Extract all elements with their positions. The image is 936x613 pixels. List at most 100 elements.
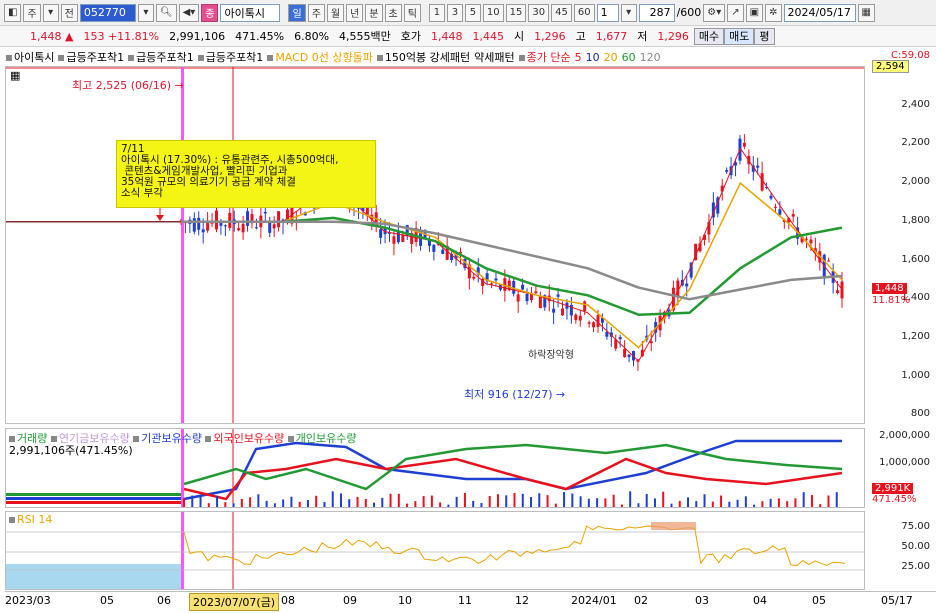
- grid-icon[interactable]: ▦: [10, 69, 20, 82]
- candle-body: [574, 314, 578, 320]
- candle-body: [525, 293, 529, 302]
- volume-bar: [645, 493, 648, 507]
- news-note[interactable]: 7/11 아이톡시 (17.30%) : 유통관련주, 시총500억대, 콘텐츠…: [116, 140, 376, 208]
- save-icon[interactable]: ▣: [745, 3, 764, 22]
- chevron-down-icon[interactable]: ▾: [42, 3, 59, 22]
- legend-ma[interactable]: 종가 단순: [517, 49, 573, 65]
- volume-bar: [703, 494, 706, 507]
- legend-signal-2[interactable]: 급등주포착1: [126, 49, 196, 65]
- volume-bar: [232, 503, 235, 507]
- stock-name-field[interactable]: 아이톡시: [220, 3, 281, 22]
- volume-bar: [397, 493, 400, 507]
- trend-icon[interactable]: ↗: [727, 3, 744, 22]
- date-label: 11: [458, 594, 472, 607]
- volume-bar: [720, 495, 723, 507]
- legend-individual[interactable]: 개인보유수량: [287, 432, 357, 445]
- current-price-tag: 1,448: [872, 283, 907, 294]
- price-tick: 1,800: [901, 214, 930, 226]
- ma-line-60: [181, 216, 843, 316]
- stock-type-badge[interactable]: 종: [201, 3, 219, 22]
- sell-button[interactable]: 매도: [724, 27, 755, 45]
- speaker-icon[interactable]: ◀▾: [178, 3, 200, 22]
- high-annotation: 최고 2,525 (06/16) →: [72, 79, 184, 92]
- volume-bar: [315, 495, 318, 507]
- interval-5[interactable]: 5: [464, 3, 481, 22]
- interval-60[interactable]: 60: [573, 3, 595, 22]
- holdings-axis: 2,000,000 1,000,000 2,991K 471.45%: [866, 428, 936, 508]
- tab-tick[interactable]: 틱: [403, 3, 421, 22]
- legend-ma20: 20: [603, 50, 618, 64]
- rsi-pane[interactable]: RSI 14: [5, 511, 865, 590]
- rsi-tick-25: 25.00: [901, 561, 930, 572]
- volume-bar: [753, 504, 756, 507]
- legend-stock[interactable]: 아이톡시: [4, 49, 56, 65]
- stock-chart-window: ◧ 주 ▾ 전 052770 ▾ 🔍︎ ◀▾ 종 아이톡시 일 주 월 년 분 …: [0, 0, 936, 613]
- tab-second[interactable]: 초: [384, 3, 402, 22]
- legend-institution[interactable]: 기관보유수량: [133, 432, 202, 445]
- interval-10[interactable]: 10: [482, 3, 504, 22]
- interval-1[interactable]: 1: [428, 3, 445, 22]
- price-chart-pane[interactable]: [5, 66, 865, 424]
- tools-icon[interactable]: ⚙▾: [703, 3, 726, 22]
- tab-month[interactable]: 월: [326, 3, 345, 22]
- quote-strip: 1,448 ▲ 153 +11.81% 2,991,106 471.45% 6.…: [0, 26, 936, 47]
- chart-menu-icon[interactable]: ◧: [4, 3, 22, 22]
- tab-day[interactable]: 일: [288, 3, 306, 22]
- rsi-chart[interactable]: [6, 512, 865, 590]
- price-chart[interactable]: [6, 67, 865, 424]
- legend-ma5: 5: [574, 50, 582, 64]
- volume-bar: [331, 491, 334, 507]
- candle-body: [263, 211, 267, 214]
- volume-bar: [381, 497, 384, 507]
- price-tick: 1,200: [901, 330, 930, 342]
- legend-weak-pattern[interactable]: 약세패턴: [472, 49, 516, 65]
- candle-body: [521, 284, 525, 290]
- date-input[interactable]: 2024/05/17: [783, 3, 856, 22]
- legend-macd[interactable]: MACD 0선 상향돌파: [265, 49, 375, 65]
- volume-bar: [199, 494, 202, 507]
- tab-minute[interactable]: 분: [365, 3, 383, 22]
- volume-bar: [249, 497, 252, 507]
- prev-button[interactable]: 전: [60, 3, 78, 22]
- buy-button[interactable]: 매수: [693, 27, 725, 45]
- gear-icon[interactable]: ✲: [765, 3, 782, 22]
- date-label: 02: [634, 594, 648, 607]
- open-price: 1,296: [534, 29, 566, 43]
- tab-year[interactable]: 년: [346, 3, 364, 22]
- candle-body: [254, 227, 258, 229]
- volume-bar: [298, 501, 301, 507]
- interval-30[interactable]: 30: [528, 3, 550, 22]
- volume-bar: [290, 496, 293, 507]
- custom-interval-input[interactable]: 1: [596, 3, 619, 22]
- rsi-legend[interactable]: RSI 14: [9, 513, 52, 526]
- legend-strong-pattern[interactable]: 150억봉 강세패턴: [375, 49, 472, 65]
- date-label: 03: [695, 594, 709, 607]
- tab-week[interactable]: 주: [307, 3, 325, 22]
- candle-body: [592, 322, 596, 328]
- price-tick: 1,000: [901, 369, 930, 381]
- candle-body: [272, 224, 276, 229]
- interval-45[interactable]: 45: [551, 3, 572, 22]
- interval-3[interactable]: 3: [446, 3, 463, 22]
- volume-bar: [653, 498, 656, 507]
- legend-foreign[interactable]: 외국인보유수량: [205, 432, 284, 445]
- calendar-icon[interactable]: ▦: [857, 3, 875, 22]
- interval-dropdown-icon[interactable]: ▾: [620, 3, 637, 22]
- volume-bar: [273, 503, 276, 507]
- volume-bar: [480, 503, 483, 507]
- volume-bar: [670, 503, 673, 507]
- interval-15[interactable]: 15: [505, 3, 527, 22]
- flat-button[interactable]: 평: [754, 27, 775, 45]
- period-select[interactable]: 주: [23, 3, 41, 22]
- bar-count-input[interactable]: 287: [638, 3, 675, 22]
- holdings-pane[interactable]: 거래량 연기금보유수량 기관보유수량 외국인보유수량 개인보유수량 2,991,…: [5, 428, 865, 508]
- legend-signal-1[interactable]: 급등주포착1: [56, 49, 126, 65]
- candle-body: [840, 281, 844, 299]
- volume-bar: [530, 497, 533, 507]
- legend-signal-3[interactable]: 급등주포착1: [196, 49, 266, 65]
- search-icon[interactable]: 🔍︎: [155, 3, 177, 22]
- cursor-date-label: 2023/07/07(금): [189, 593, 280, 611]
- stock-code-input[interactable]: 052770: [79, 3, 136, 22]
- legend-ma120: 120: [639, 50, 661, 64]
- code-dropdown-icon[interactable]: ▾: [137, 3, 154, 22]
